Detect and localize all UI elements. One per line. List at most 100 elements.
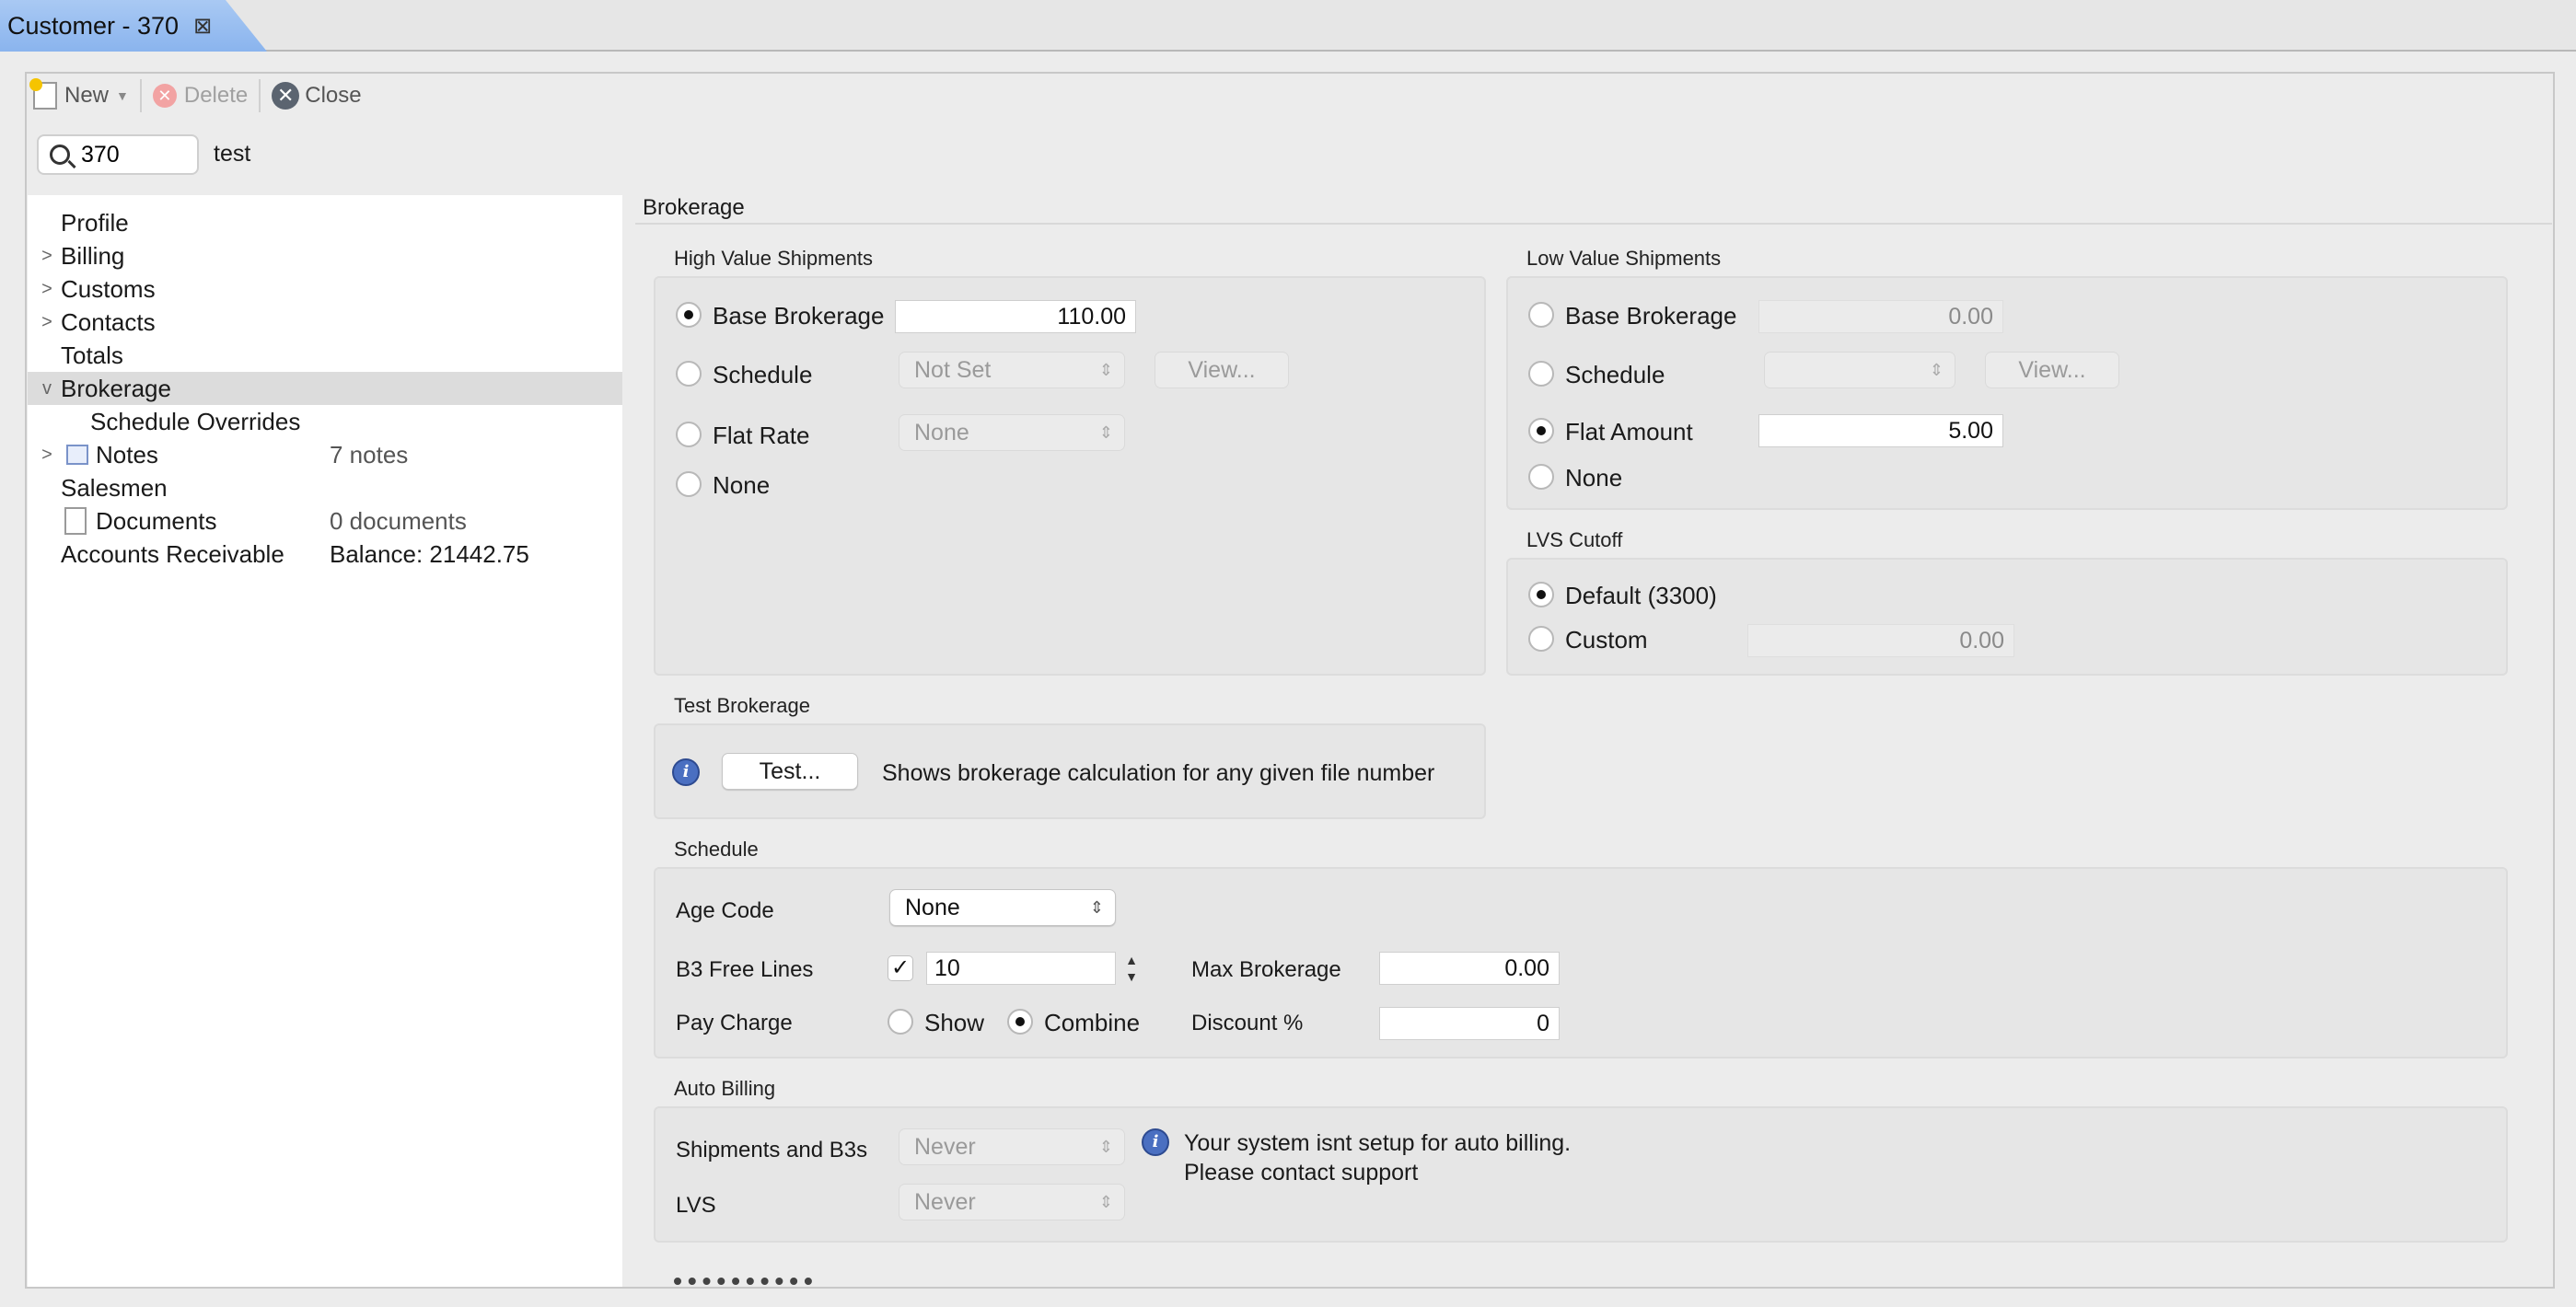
tree-item-documents[interactable]: Documents 0 documents <box>28 504 622 538</box>
tree-item-totals[interactable]: Totals <box>28 339 622 372</box>
tree-item-brokerage[interactable]: v Brokerage <box>28 372 622 405</box>
lvs-cutoff-group <box>1506 558 2508 676</box>
b3-free-lines-checkbox[interactable]: ✓ <box>888 955 913 981</box>
pay-charge-combine-radio[interactable] <box>1007 1009 1033 1035</box>
lvs-default-label: Default (3300) <box>1565 582 1717 609</box>
lv-schedule-radio[interactable] <box>1528 361 1554 387</box>
lv-schedule-select[interactable]: ⇕ <box>1764 352 1955 388</box>
tree-item-accounts-receivable[interactable]: Accounts Receivable Balance: 21442.75 <box>28 538 622 571</box>
info-icon: i <box>1142 1128 1169 1156</box>
lvs-billing-label: LVS <box>676 1193 716 1218</box>
lvs-default-radio[interactable] <box>1528 582 1554 607</box>
tree-item-label: Customs <box>61 274 156 303</box>
auto-billing-message-line1: Your system isnt setup for auto billing. <box>1184 1130 1572 1156</box>
tree-item-label: Totals <box>61 341 123 369</box>
tree-item-label: Contacts <box>61 307 156 336</box>
tree-item-label: Schedule Overrides <box>90 407 301 435</box>
tree-item-label: Salesmen <box>61 473 168 502</box>
tree-item-contacts[interactable]: > Contacts <box>28 306 622 339</box>
lv-schedule-label: Schedule <box>1565 361 1665 388</box>
tree-item-profile[interactable]: Profile <box>28 206 622 239</box>
tree-item-schedule-overrides[interactable]: Schedule Overrides <box>28 405 622 438</box>
tree-item-notes[interactable]: > Notes 7 notes <box>28 438 622 471</box>
tab-close-icon[interactable]: ⊠ <box>193 13 212 40</box>
hv-schedule-select[interactable]: Not Set ⇕ <box>899 352 1125 388</box>
notes-icon <box>66 445 88 465</box>
search-input[interactable] <box>81 141 182 168</box>
max-brokerage-input[interactable]: 0.00 <box>1379 952 1560 985</box>
customer-search[interactable] <box>37 134 199 175</box>
chevron-right-icon[interactable]: > <box>39 246 55 267</box>
new-button[interactable]: New ▼ <box>29 77 129 114</box>
updown-arrows-icon: ⇕ <box>1098 423 1113 442</box>
lv-base-brokerage-radio[interactable] <box>1528 302 1554 328</box>
chevron-right-icon[interactable]: > <box>39 279 55 300</box>
close-button[interactable]: ✕ Close <box>272 77 362 114</box>
hv-flat-rate-radio[interactable] <box>676 422 702 447</box>
toolbar-separator <box>259 79 261 112</box>
shipments-b3s-label: Shipments and B3s <box>676 1138 868 1162</box>
lv-none-radio[interactable] <box>1528 464 1554 490</box>
lv-flat-amount-radio[interactable] <box>1528 418 1554 444</box>
hv-schedule-label: Schedule <box>713 361 813 388</box>
lvs-billing-select[interactable]: Never ⇕ <box>899 1184 1125 1220</box>
tree-item-label: Notes <box>96 440 158 468</box>
hv-flat-rate-select[interactable]: None ⇕ <box>899 414 1125 451</box>
editor-tab-bar <box>0 0 2576 52</box>
pay-charge-show-label: Show <box>924 1009 985 1036</box>
chevron-down-icon[interactable]: ▼ <box>116 88 129 103</box>
chevron-right-icon[interactable]: > <box>39 312 55 333</box>
discount-input[interactable]: 0 <box>1379 1007 1560 1040</box>
pay-charge-show-radio[interactable] <box>888 1009 913 1035</box>
close-circle-icon: ✕ <box>272 82 300 110</box>
shipments-b3s-select-value: Never <box>914 1134 976 1160</box>
hv-schedule-view-button[interactable]: View... <box>1155 352 1289 388</box>
delete-button[interactable]: ✕ Delete <box>152 77 249 114</box>
b3-free-lines-stepper[interactable]: ▲ ▼ <box>1121 952 1142 989</box>
divider <box>635 223 2552 225</box>
hv-base-brokerage-input[interactable]: 110.00 <box>895 300 1136 333</box>
tree-item-billing[interactable]: > Billing <box>28 239 622 272</box>
group-title: Auto Billing <box>674 1077 776 1100</box>
tree-item-customs[interactable]: > Customs <box>28 272 622 306</box>
group-title: Schedule <box>674 838 759 861</box>
navigation-tree: Profile > Billing > Customs > Contacts T… <box>28 195 622 1287</box>
chevron-up-icon[interactable]: ▲ <box>1121 952 1142 968</box>
discount-label: Discount % <box>1191 1011 1304 1035</box>
tree-item-label: Brokerage <box>61 374 171 402</box>
lv-base-brokerage-label: Base Brokerage <box>1565 302 1737 330</box>
hv-schedule-radio[interactable] <box>676 361 702 387</box>
tree-item-label: Billing <box>61 241 125 270</box>
tree-item-value: Balance: 21442.75 <box>330 539 529 568</box>
pay-charge-combine-label: Combine <box>1044 1009 1141 1036</box>
hv-base-brokerage-radio[interactable] <box>676 302 702 328</box>
chevron-down-icon[interactable]: v <box>39 378 55 399</box>
lvs-custom-label: Custom <box>1565 626 1648 654</box>
hv-none-radio[interactable] <box>676 471 702 497</box>
b3-free-lines-input[interactable]: 10 <box>926 952 1116 985</box>
tree-item-salesmen[interactable]: Salesmen <box>28 471 622 504</box>
updown-arrows-icon: ⇕ <box>1098 1193 1113 1211</box>
new-button-label: New <box>64 83 110 108</box>
tree-item-value: 7 notes <box>330 440 409 468</box>
tree-item-label: Documents <box>96 506 217 535</box>
chevron-down-icon[interactable]: ▼ <box>1121 968 1142 985</box>
chevron-right-icon[interactable]: > <box>39 445 55 466</box>
delete-button-label: Delete <box>183 83 249 108</box>
lv-base-brokerage-input[interactable]: 0.00 <box>1758 300 2003 333</box>
high-value-shipments-group <box>654 276 1486 676</box>
tab-customer[interactable]: Customer - 370 ⊠ <box>0 0 267 52</box>
group-title: High Value Shipments <box>674 247 874 270</box>
lvs-custom-input[interactable]: 0.00 <box>1747 624 2014 657</box>
age-code-select[interactable]: None ⇕ <box>889 889 1116 926</box>
test-brokerage-button[interactable]: Test... <box>722 753 858 790</box>
hv-flat-rate-label: Flat Rate <box>713 422 810 449</box>
lv-schedule-view-button[interactable]: View... <box>1985 352 2119 388</box>
hv-base-brokerage-label: Base Brokerage <box>713 302 885 330</box>
lvs-custom-radio[interactable] <box>1528 626 1554 652</box>
shipments-b3s-select[interactable]: Never ⇕ <box>899 1128 1125 1165</box>
lvs-billing-select-value: Never <box>914 1189 976 1215</box>
group-title: LVS Cutoff <box>1526 528 1623 551</box>
lv-flat-amount-input[interactable]: 5.00 <box>1758 414 2003 447</box>
new-document-icon <box>29 78 57 110</box>
